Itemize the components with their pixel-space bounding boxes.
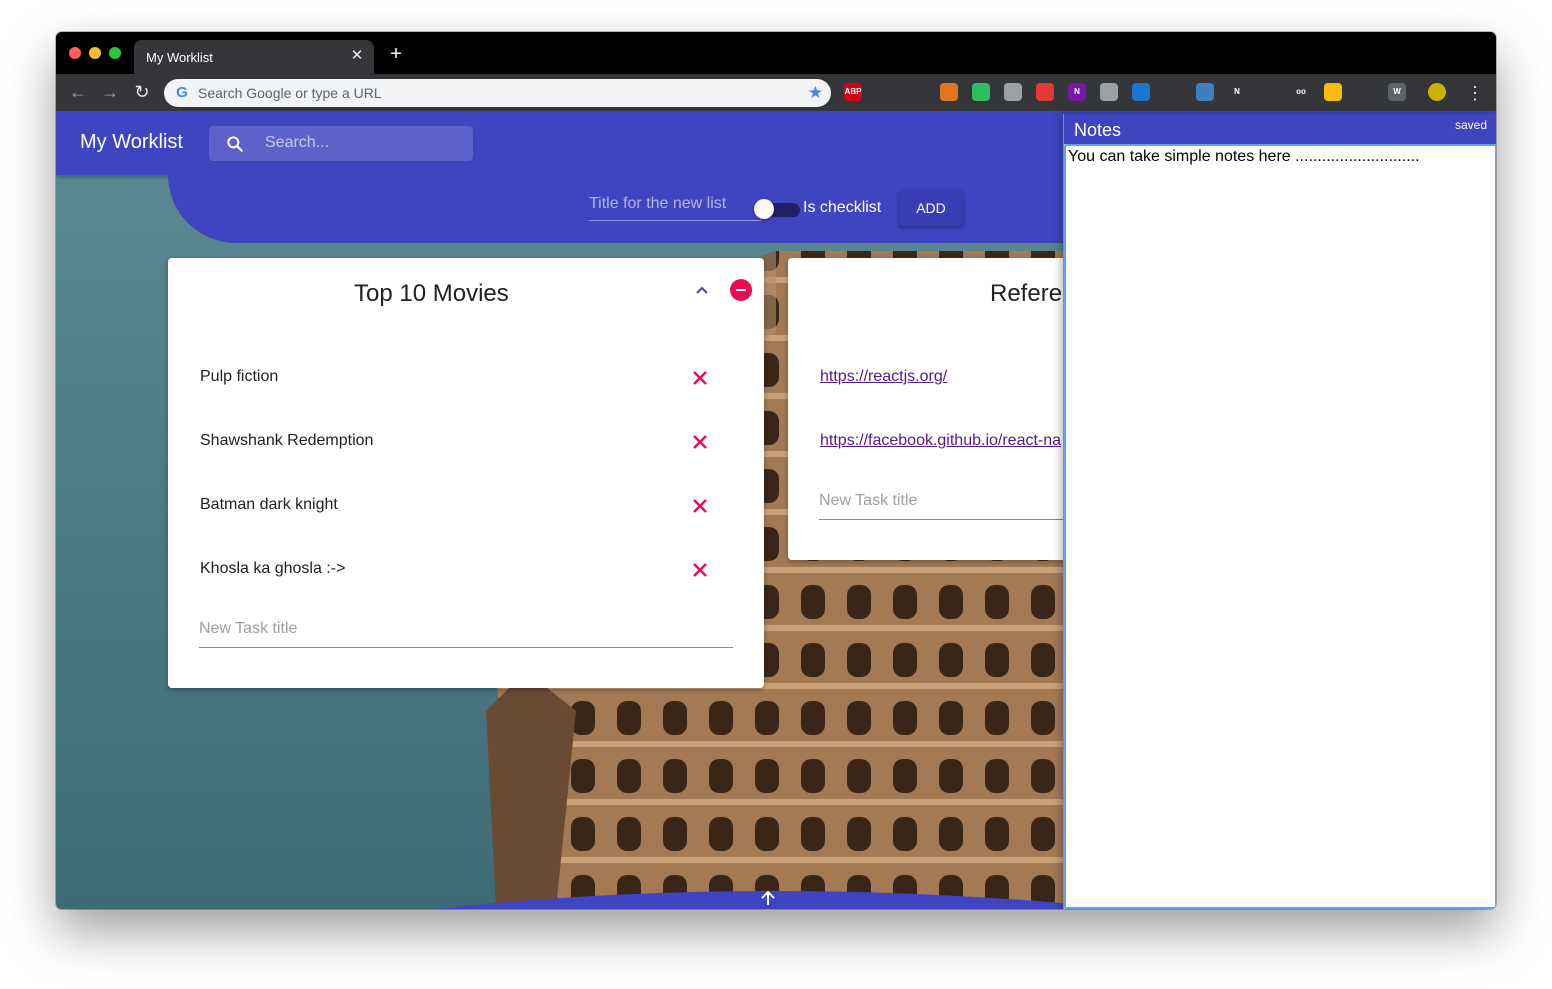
remove-list-icon[interactable] bbox=[730, 279, 752, 301]
new-task-input[interactable]: New Task title bbox=[199, 620, 733, 648]
delete-task-icon[interactable] bbox=[690, 368, 710, 388]
reload-icon[interactable]: ↻ bbox=[132, 82, 152, 102]
target-icon[interactable] bbox=[1100, 83, 1118, 101]
notion-icon[interactable]: N bbox=[1228, 83, 1246, 101]
search-icon bbox=[227, 136, 243, 152]
adblock-icon[interactable]: ABP bbox=[844, 83, 862, 101]
delete-task-icon[interactable] bbox=[690, 432, 710, 452]
profile-avatar-icon[interactable] bbox=[1428, 83, 1446, 101]
glasses-icon[interactable]: oo bbox=[1292, 83, 1310, 101]
pocket-icon[interactable] bbox=[876, 83, 894, 101]
checklist-toggle-thumb[interactable] bbox=[754, 199, 774, 219]
delete-task-icon[interactable] bbox=[690, 496, 710, 516]
notes-header: Notes saved bbox=[1064, 114, 1496, 144]
shield-icon[interactable] bbox=[1132, 83, 1150, 101]
notes-title: Notes bbox=[1074, 120, 1122, 140]
app-title: My Worklist bbox=[80, 131, 183, 153]
address-bar[interactable]: G Search Google or type a URL ★ bbox=[164, 79, 831, 107]
address-bar-placeholder: Search Google or type a URL bbox=[198, 85, 382, 101]
metamask-icon[interactable] bbox=[940, 83, 958, 101]
notes-save-status: saved bbox=[1454, 118, 1487, 132]
search-input[interactable]: Search... bbox=[265, 134, 329, 152]
notes-panel: Notes saved You can take simple notes he… bbox=[1063, 114, 1496, 909]
notes-textarea[interactable]: You can take simple notes here .........… bbox=[1064, 144, 1496, 909]
grammarly-icon[interactable] bbox=[1036, 83, 1054, 101]
delete-task-icon[interactable] bbox=[690, 560, 710, 580]
forward-arrow-icon[interactable]: → bbox=[100, 82, 120, 102]
task-item: Shawshank Redemption bbox=[200, 432, 374, 449]
mascot-icon[interactable] bbox=[1356, 83, 1374, 101]
back-arrow-icon[interactable]: ← bbox=[68, 82, 88, 102]
list-card: Top 10 Movies Pulp fiction Shawshank Red… bbox=[168, 258, 764, 688]
browser-toolbar: ← → ↻ G Search Google or type a URL ★ AB… bbox=[56, 74, 1496, 111]
window-maximize-button[interactable] bbox=[109, 47, 121, 59]
list-title: Refere bbox=[990, 280, 1063, 307]
download-icon[interactable] bbox=[1196, 83, 1214, 101]
task-item: Khosla ka ghosla :-> bbox=[200, 560, 346, 577]
new-tab-button[interactable]: + bbox=[386, 44, 406, 64]
checklist-label: Is checklist bbox=[803, 199, 882, 216]
tab-my-worklist[interactable]: My Worklist ✕ bbox=[134, 40, 374, 74]
tab-strip: My Worklist ✕ + bbox=[56, 32, 1496, 74]
link-item[interactable]: https://facebook.github.io/react-na bbox=[820, 432, 1061, 450]
notes-content: You can take simple notes here .........… bbox=[1068, 148, 1420, 165]
search-field[interactable]: Search... bbox=[209, 126, 473, 161]
shark-icon[interactable] bbox=[908, 83, 926, 101]
window-close-button[interactable] bbox=[69, 47, 81, 59]
task-item: Batman dark knight bbox=[200, 496, 338, 513]
evernote-icon[interactable] bbox=[972, 83, 990, 101]
browser-window: My Worklist ✕ + ← → ↻ G Search Google or… bbox=[56, 32, 1496, 909]
google-icon: G bbox=[176, 84, 188, 101]
pen-icon[interactable] bbox=[1260, 83, 1278, 101]
browser-menu-icon[interactable]: ⋮ bbox=[1466, 83, 1484, 103]
new-list-title-input[interactable]: Title for the new list bbox=[589, 195, 761, 221]
w-icon[interactable]: W bbox=[1388, 83, 1406, 101]
tab-close-icon[interactable]: ✕ bbox=[348, 47, 366, 65]
task-item: Pulp fiction bbox=[200, 368, 279, 385]
chrome-icon[interactable] bbox=[1324, 83, 1342, 101]
circle-icon[interactable] bbox=[1004, 83, 1022, 101]
page-viewport: My Worklist Search... Title for the new … bbox=[56, 111, 1496, 909]
bookmark-star-icon[interactable]: ★ bbox=[808, 83, 823, 103]
list-title: Top 10 Movies bbox=[354, 280, 509, 307]
react-devtools-icon[interactable] bbox=[1164, 83, 1182, 101]
window-minimize-button[interactable] bbox=[89, 47, 101, 59]
add-list-button[interactable]: ADD bbox=[899, 190, 963, 226]
onenote-icon[interactable]: N bbox=[1068, 83, 1086, 101]
chevron-up-icon[interactable] bbox=[692, 280, 712, 300]
link-item[interactable]: https://reactjs.org/ bbox=[820, 368, 947, 386]
tab-title: My Worklist bbox=[146, 50, 213, 65]
